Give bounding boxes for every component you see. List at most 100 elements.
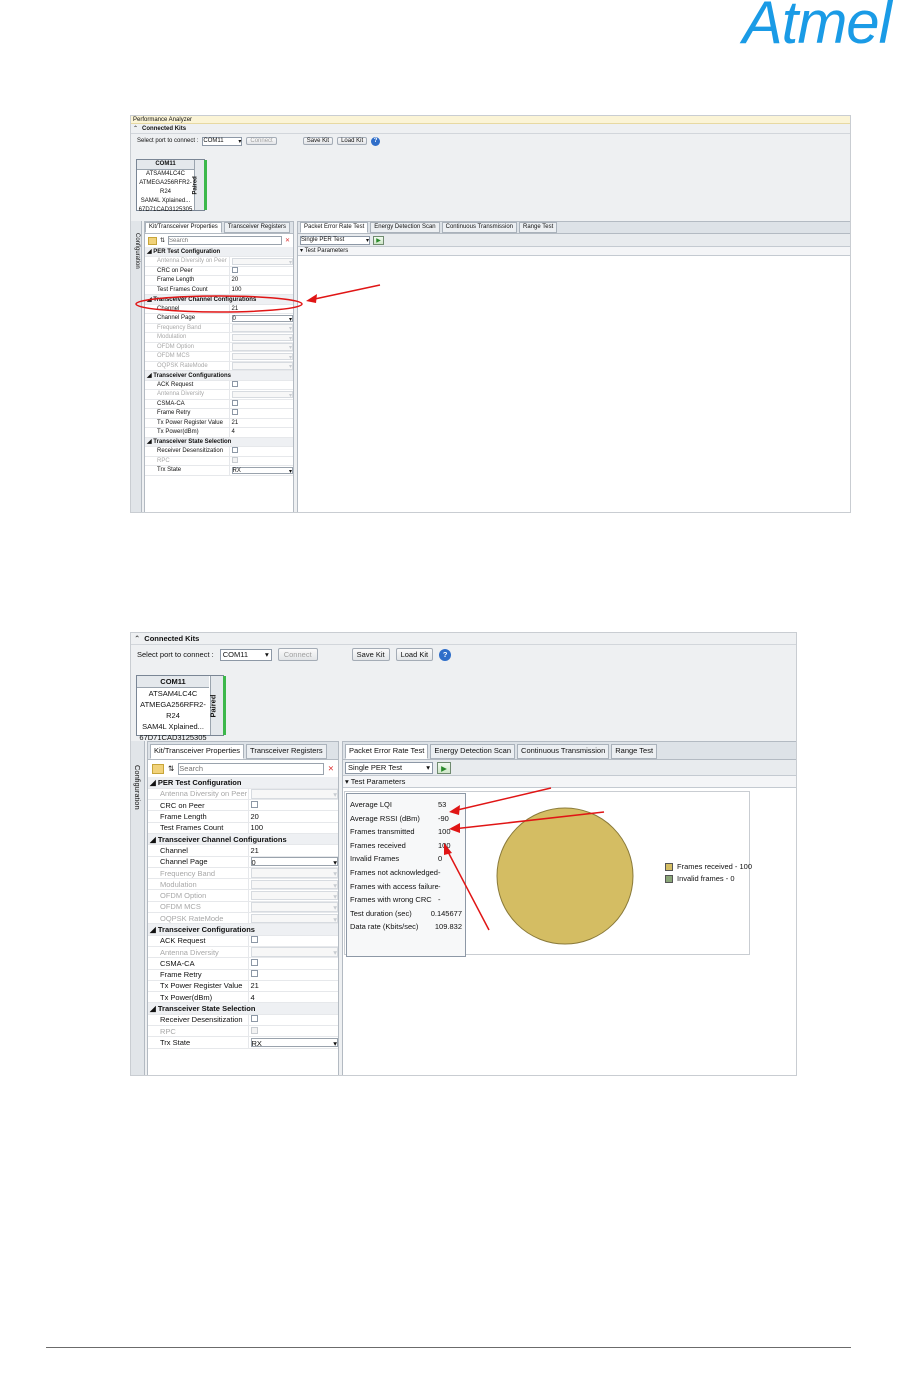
categorized-sort-icon[interactable] <box>148 236 157 245</box>
property-checkbox[interactable] <box>231 447 238 454</box>
tab-energy-detection-scan[interactable]: Energy Detection Scan <box>370 222 440 233</box>
chevron-down-icon: ▾ <box>333 914 337 924</box>
property-value[interactable]: 21 <box>229 418 293 428</box>
pie-slice-frames-received <box>496 807 634 945</box>
expand-icon[interactable]: ◢ <box>150 1004 158 1013</box>
property-checkbox[interactable] <box>250 936 258 944</box>
property-dropdown[interactable]: 0 ▾ <box>231 314 293 322</box>
property-category[interactable]: ◢ Transceiver Channel Configurations <box>148 833 338 846</box>
property-value[interactable]: 20 <box>229 275 293 286</box>
tab-range-test[interactable]: Range Test <box>519 222 558 233</box>
help-icon[interactable]: ? <box>439 648 452 661</box>
tab-packet-error-rate-test[interactable]: Packet Error Rate Test <box>345 744 429 759</box>
alpha-sort-icon[interactable]: ⇅ <box>160 237 165 244</box>
property-row: Channel 21 <box>148 844 338 857</box>
property-dropdown[interactable]: RX ▾ <box>231 466 293 474</box>
kit-card[interactable]: COM11 ATSAM4LC4C ATMEGA256RFR2-R24 SAM4L… <box>136 675 226 742</box>
property-dropdown[interactable]: 0 ▾ <box>250 857 338 867</box>
kit-card[interactable]: COM11 ATSAM4LC4C ATMEGA256RFR2-R24 SAM4L… <box>136 159 207 213</box>
save-kit-button[interactable]: Save Kit <box>351 648 390 661</box>
property-value[interactable]: 100 <box>248 822 338 834</box>
connect-button[interactable]: Connect <box>277 648 318 661</box>
property-grid: ◢ PER Test Configuration Antenna Diversit… <box>145 247 293 476</box>
property-value[interactable]: 20 <box>248 810 338 823</box>
tab-kit-transceiver-properties[interactable]: Kit/Transceiver Properties <box>145 222 222 233</box>
tab-continuous-transmission[interactable]: Continuous Transmission <box>441 222 517 233</box>
property-category[interactable]: ◢ Transceiver Channel Configurations <box>145 294 293 305</box>
clear-search-icon[interactable]: ✕ <box>328 764 334 773</box>
kit-line: 67D71CAD3125305 <box>138 207 193 213</box>
tab-transceiver-registers[interactable]: Transceiver Registers <box>246 744 327 759</box>
property-name: Frame Retry <box>145 408 230 419</box>
chart-legend: Frames received - 100 Invalid frames - 0 <box>665 862 752 886</box>
help-icon[interactable]: ? <box>371 136 381 146</box>
property-value[interactable]: 21 <box>248 844 338 857</box>
property-checkbox[interactable] <box>231 380 238 387</box>
property-category[interactable]: ◢ PER Test Configuration <box>148 777 338 789</box>
property-checkbox[interactable] <box>250 970 258 978</box>
load-kit-button[interactable]: Load Kit <box>337 137 368 145</box>
expand-icon[interactable]: ◢ <box>150 835 158 844</box>
property-value[interactable]: 4 <box>229 427 293 438</box>
configuration-sidebar[interactable]: Configuration <box>131 221 142 512</box>
property-dropdown: ▾ <box>250 947 338 957</box>
chevron-down-icon: ▾ <box>333 903 337 913</box>
configuration-sidebar[interactable]: Configuration <box>131 741 145 1075</box>
save-kit-button[interactable]: Save Kit <box>302 137 334 145</box>
property-name: RPC <box>148 1025 249 1038</box>
property-value[interactable]: 100 <box>229 285 293 295</box>
clear-search-icon[interactable]: ✕ <box>285 237 290 244</box>
tab-transceiver-registers[interactable]: Transceiver Registers <box>223 222 290 233</box>
tab-kit-transceiver-properties[interactable]: Kit/Transceiver Properties <box>150 744 245 759</box>
tab-energy-detection-scan[interactable]: Energy Detection Scan <box>430 744 516 759</box>
tab-packet-error-rate-test[interactable]: Packet Error Rate Test <box>300 222 369 233</box>
property-checkbox[interactable] <box>231 399 238 406</box>
expand-icon[interactable]: ◢ <box>150 778 158 787</box>
play-icon[interactable]: ▶ <box>437 761 451 774</box>
test-mode-select[interactable]: Single PER Test ▾ <box>345 761 433 774</box>
property-checkbox[interactable] <box>231 409 238 416</box>
property-row: RPC <box>148 1025 338 1038</box>
test-parameters-header[interactable]: ▾ Test Parameters <box>298 247 850 256</box>
property-checkbox[interactable] <box>250 800 258 808</box>
property-row: Receiver Desensitization <box>148 1014 338 1027</box>
load-kit-button[interactable]: Load Kit <box>395 648 434 661</box>
test-tabs: Packet Error Rate Test Energy Detection … <box>298 222 850 234</box>
property-row: Tx Power Register Value 21 <box>148 980 338 993</box>
port-select[interactable]: COM11 ▾ <box>219 648 272 661</box>
property-row: Antenna Diversity ▾ <box>148 946 338 959</box>
property-checkbox[interactable] <box>231 266 238 273</box>
property-value[interactable]: 21 <box>248 980 338 993</box>
test-parameters-header[interactable]: ▾ Test Parameters <box>343 776 796 788</box>
expand-icon[interactable]: ◢ <box>150 925 158 934</box>
connected-kits-header[interactable]: ⌃ Connected Kits <box>131 124 850 134</box>
property-name: OQPSK RateMode <box>145 361 230 371</box>
alpha-sort-icon[interactable]: ⇅ <box>168 764 174 773</box>
property-checkbox[interactable] <box>250 1015 258 1023</box>
tab-range-test[interactable]: Range Test <box>611 744 658 759</box>
property-category[interactable]: ◢ PER Test Configuration <box>145 247 293 257</box>
search-input[interactable] <box>168 236 282 245</box>
property-value[interactable]: 21 <box>229 304 293 314</box>
property-row: Antenna Diversity ▾ <box>145 389 293 400</box>
property-category[interactable]: ◢ Transceiver State Selection <box>145 437 293 447</box>
test-mode-select[interactable]: Single PER Test ▾ <box>300 235 370 245</box>
property-category[interactable]: ◢ Transceiver Configurations <box>145 370 293 381</box>
property-name: Tx Power Register Value <box>145 418 230 428</box>
connect-button[interactable]: Connect <box>246 137 277 145</box>
property-dropdown[interactable]: RX ▾ <box>250 1037 338 1048</box>
property-row: Test Frames Count 100 <box>145 285 293 295</box>
play-icon[interactable]: ▶ <box>373 235 384 245</box>
categorized-sort-icon[interactable] <box>152 763 164 774</box>
footer-rule <box>46 1347 851 1348</box>
results-area: Average LQI 53 Average RSSI (dBm) -90 Frames… <box>344 791 752 957</box>
property-category[interactable]: ◢ Transceiver State Selection <box>148 1002 338 1015</box>
port-select[interactable]: COM11 ▾ <box>202 136 243 146</box>
connected-kits-header[interactable]: ⌃ Connected Kits <box>131 633 796 645</box>
kit-line: ATSAM4LC4C <box>148 689 198 698</box>
search-input[interactable] <box>178 762 324 775</box>
property-checkbox[interactable] <box>250 958 258 966</box>
tab-continuous-transmission[interactable]: Continuous Transmission <box>517 744 610 759</box>
property-value[interactable]: 4 <box>248 991 338 1004</box>
property-category[interactable]: ◢ Transceiver Configurations <box>148 923 338 936</box>
